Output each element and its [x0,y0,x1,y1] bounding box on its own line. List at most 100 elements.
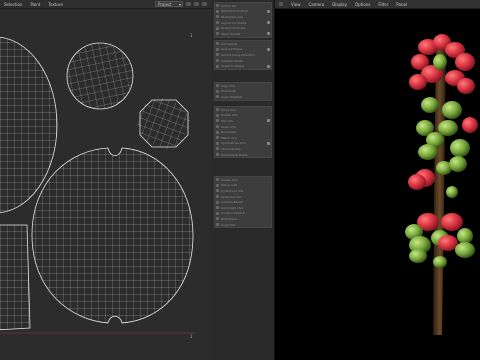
plant-model-render [405,34,478,335]
uv-toolbar-icon[interactable] [202,2,207,6]
green-berry [438,120,458,136]
toolkit-item-label: Symmetrize UVs [221,141,246,146]
options-box-icon[interactable] [267,64,270,68]
green-berry [418,144,438,160]
3d-viewport[interactable] [275,9,480,360]
red-berry [408,174,426,190]
options-box-icon[interactable] [267,141,270,145]
tool-icon [216,108,219,112]
toolkit-item-label: Orient to Edges [221,64,245,69]
tool-icon [216,206,219,210]
uv-shell-strip-left[interactable] [0,220,35,335]
toolkit-group: Create UVs Planar UVs Cylindrical UVs Spher… [214,176,272,229]
menu-filter[interactable]: Filter [378,2,388,7]
menu-panel[interactable]: Panel [396,2,407,7]
green-berry [455,242,475,258]
tool-icon [216,217,219,221]
green-berry [442,101,462,119]
toolkit-item[interactable]: Snap Together [215,94,271,100]
toolkit-item-label: Spherical UVs [221,194,242,199]
red-berry [457,78,475,94]
uv-set-dropdown-value: Project [158,2,172,7]
toolkit-item-label: Move UVs [221,107,236,112]
menu-selection[interactable]: Selection [4,2,22,7]
toolkit-group: Align UVs Distribute Snap Together [214,82,272,101]
tool-icon [216,125,219,129]
menu-paint[interactable]: Paint [30,2,40,7]
toolkit-item-label: Straighten UVs [221,14,244,19]
tool-icon [216,153,219,157]
uv-shell-round-bottom[interactable] [30,145,200,330]
toolkit-item-label: Match Grid [221,135,238,140]
tool-icon [216,32,219,36]
menu-options[interactable]: Options [355,2,370,7]
tool-icon [216,26,219,30]
green-berry [421,97,439,113]
toolkit-item-label: Sew UV Edges [221,47,243,52]
toolkit-item[interactable]: Stack Similar [215,31,271,37]
options-box-icon[interactable] [267,47,270,51]
green-berry [446,186,458,198]
toolkit-item-label: Automatic UVs [221,205,244,210]
green-berry [450,139,470,157]
toolkit-item[interactable]: Randomize Shells [215,152,271,158]
tool-icon [216,95,219,99]
tool-icon [216,21,219,25]
uv-toolbar-icon[interactable] [194,2,199,6]
green-berry [457,228,473,244]
toolkit-item-label: Normalize [221,130,237,135]
red-berry [438,235,458,251]
tool-icon [216,147,219,151]
uv-set-dropdown[interactable]: Project ▾ [155,1,183,7]
tool-icon [216,211,219,215]
uv-corner-marker: 1 [190,334,193,339]
viewport-panel-icon[interactable] [279,2,283,6]
tool-icon [216,189,219,193]
tool-icon [216,59,219,63]
options-box-icon[interactable] [267,119,270,123]
toolkit-group: Unfold 3D Optimize UV Shell Straighten UVs… [214,2,272,38]
menu-texture[interactable]: Texture [48,2,63,7]
toolkit-item[interactable]: Orient to Edges [215,63,271,69]
tool-icon [216,89,219,93]
toolkit-group: Cut Seams Sew UV Edges Unfold Along Direct… [214,40,272,70]
toolkit-item-label: Optimize UV Shell [221,9,248,14]
tool-icon [216,9,219,13]
toolkit-item-label: Unstack Shells [221,58,243,63]
menu-display[interactable]: Display [332,2,347,7]
red-berry [441,213,463,231]
toolkit-item-label: Align UVs [221,83,236,88]
menu-view[interactable]: View [291,2,301,7]
toolkit-item-label: Distribute [221,89,236,94]
tool-icon [216,200,219,204]
tool-icon [216,178,219,182]
toolkit-item-label: Rotate UVs [221,113,238,118]
toolkit-item-label: Contour Stretch [221,211,245,216]
options-box-icon[interactable] [267,9,270,13]
uv-layout-graphic: 1 1 [0,29,200,339]
menu-camera[interactable]: Camera [309,2,325,7]
tool-icon [216,42,219,46]
toolkit-item[interactable]: Copy UVs [215,222,271,228]
uv-editor-canvas[interactable]: 1 1 [0,9,210,360]
tool-icon [216,130,219,134]
green-berry [449,156,467,172]
toolkit-item-label: Orient UV Shells [221,26,246,31]
tool-icon [216,183,219,187]
toolkit-item-label: Snap Together [221,94,243,99]
uv-toolbar-icon[interactable] [186,2,191,6]
red-berry [462,117,478,133]
options-box-icon[interactable] [267,21,270,25]
uv-corner-marker: 1 [190,33,193,38]
options-box-icon[interactable] [267,32,270,36]
toolkit-item-label: Best Plane [221,216,237,221]
tool-icon [216,113,219,117]
tool-icon [216,4,219,8]
tool-icon [216,53,219,57]
toolkit-item-label: Unfold Along Direction [221,52,255,57]
tool-icon [216,64,219,68]
uv-shell-circle[interactable] [53,29,148,124]
green-berry [433,256,447,268]
toolkit-item-label: Layout UV Shells [221,20,247,25]
toolkit-item-label: Copy UVs [221,222,236,227]
